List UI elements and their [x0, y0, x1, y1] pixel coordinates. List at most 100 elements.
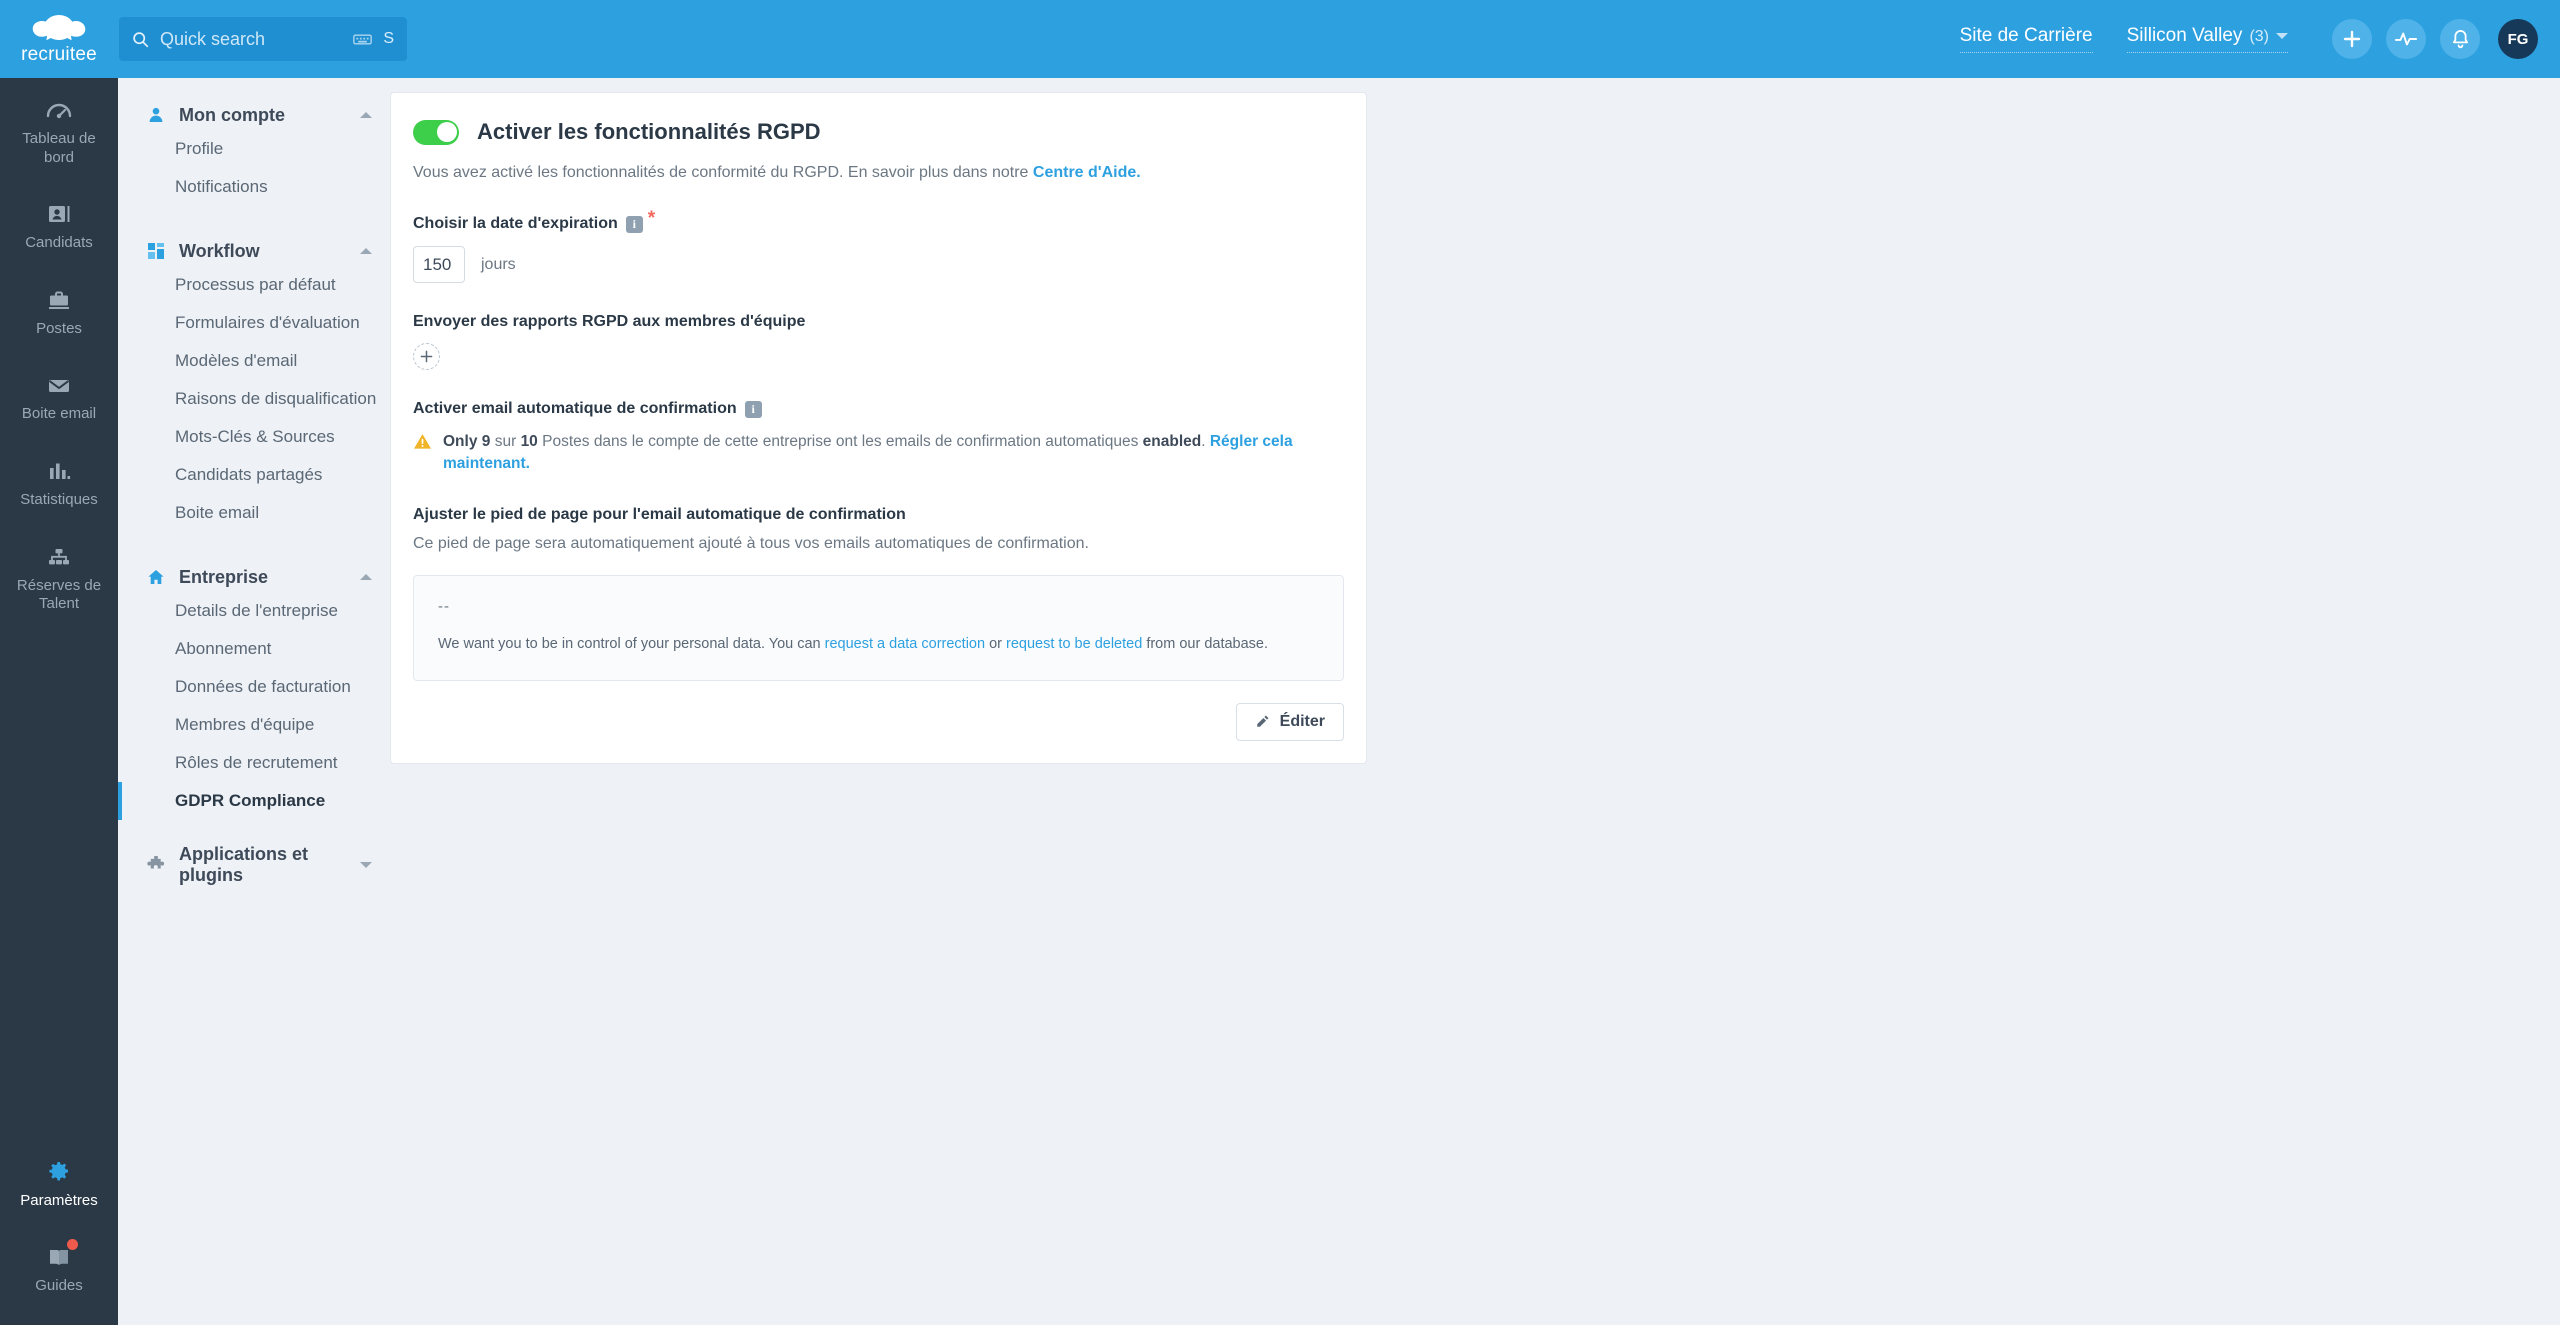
puzzle-piece-icon	[146, 855, 166, 875]
footer-label: Ajuster le pied de page pour l'email aut…	[413, 505, 906, 523]
person-icon	[146, 105, 166, 125]
footer-label-row: Ajuster le pied de page pour l'email aut…	[413, 506, 1344, 524]
company-selector[interactable]: Sillicon Valley (3)	[2126, 25, 2288, 53]
nav-group-title: Mon compte	[179, 104, 285, 125]
autoemail-warning: Only 9 sur 10 Postes dans le compte de c…	[413, 431, 1344, 476]
sidebar-item-mots-cles-sources[interactable]: Mots-Clés & Sources	[118, 418, 398, 456]
request-deletion-link[interactable]: request to be deleted	[1006, 636, 1142, 652]
rail-item-dashboard[interactable]: Tableau de bord	[0, 78, 118, 182]
sidebar-item-boite-email[interactable]: Boite email	[118, 494, 398, 532]
nav-group-entreprise: Entreprise Details de l'entreprise Abonn…	[118, 562, 398, 820]
edit-button[interactable]: Éditer	[1235, 702, 1344, 741]
brand-logo[interactable]: recruitee	[0, 0, 118, 78]
notifications-button[interactable]	[2440, 19, 2480, 59]
help-center-link[interactable]: Centre d'Aide.	[1033, 164, 1141, 181]
rail-item-label: Réserves de Talent	[16, 576, 102, 613]
nav-item-label: Raisons de disqualification	[175, 389, 377, 408]
rail-item-statistiques[interactable]: Statistiques	[0, 439, 118, 525]
sidebar-item-processus-par-defaut[interactable]: Processus par défaut	[118, 266, 398, 304]
sidebar-item-membres-equipe[interactable]: Membres d'équipe	[118, 706, 398, 744]
nav-item-label: Profile	[175, 139, 224, 158]
nav-group-header[interactable]: Workflow	[118, 236, 398, 266]
brand-name: recruitee	[21, 43, 97, 65]
rail-item-postes[interactable]: Postes	[0, 268, 118, 354]
warning-text: Only 9 sur 10 Postes dans le compte de c…	[443, 431, 1344, 476]
nav-item-label: Notifications	[175, 177, 268, 196]
sidebar-item-candidats-partages[interactable]: Candidats partagés	[118, 456, 398, 494]
reports-label: Envoyer des rapports RGPD aux membres d'…	[413, 313, 1344, 331]
sidebar-item-profile[interactable]: Profile	[118, 130, 398, 168]
candidates-person-icon	[46, 199, 72, 225]
nav-item-label: GDPR Compliance	[175, 791, 326, 810]
company-count: (3)	[2249, 28, 2269, 45]
rail-item-label: Paramètres	[20, 1191, 98, 1209]
jobs-briefcase-icon	[46, 285, 72, 311]
warning-period: .	[1201, 433, 1206, 450]
top-bar: recruitee Quick search S Site de Carrièr…	[0, 0, 2560, 78]
nav-group-header[interactable]: Entreprise	[118, 562, 398, 592]
expiration-label-row: Choisir la date d'expiration i *	[413, 209, 1344, 233]
nav-group-header[interactable]: Mon compte	[118, 100, 398, 130]
chevron-up-icon	[360, 248, 372, 254]
activity-button[interactable]	[2386, 19, 2426, 59]
info-icon[interactable]: i	[744, 400, 762, 418]
statistics-bars-icon	[46, 456, 72, 482]
gdpr-enable-toggle[interactable]	[413, 119, 459, 145]
mailbox-envelope-icon	[46, 370, 72, 396]
rail-item-reserves-de-talent[interactable]: Réserves de Talent	[0, 525, 118, 629]
sidebar-item-abonnement[interactable]: Abonnement	[118, 630, 398, 668]
warning-count: Only 9	[443, 433, 491, 450]
recruitee-logo-icon	[32, 14, 86, 40]
warning-triangle-icon	[414, 434, 431, 449]
plus-icon	[2343, 30, 2361, 48]
warning-enabled: enabled	[1142, 433, 1202, 450]
plus-icon	[420, 350, 433, 363]
signature-or: or	[989, 635, 1002, 652]
add-button[interactable]	[2332, 19, 2372, 59]
sidebar-item-gdpr-compliance[interactable]: GDPR Compliance	[118, 782, 398, 820]
add-team-member-button[interactable]	[413, 343, 440, 370]
sidebar-item-details-entreprise[interactable]: Details de l'entreprise	[118, 592, 398, 630]
days-unit-label: jours	[481, 255, 516, 273]
talent-pool-hierarchy-icon	[46, 542, 72, 568]
nav-item-label: Mots-Clés & Sources	[175, 427, 335, 446]
rail-item-candidats[interactable]: Candidats	[0, 182, 118, 268]
primary-nav-rail: Tableau de bord Candidats Postes Boite e…	[0, 0, 118, 1325]
chevron-down-icon	[2276, 33, 2288, 39]
expiration-days-input[interactable]	[413, 246, 465, 283]
avatar[interactable]: FG	[2498, 19, 2538, 59]
nav-group-mon-compte: Mon compte Profile Notifications	[118, 100, 398, 206]
notification-dot	[67, 1239, 78, 1251]
sidebar-item-notifications[interactable]: Notifications	[118, 168, 398, 206]
workflow-grid-icon	[146, 241, 166, 261]
reports-label-text: Envoyer des rapports RGPD aux membres d'…	[413, 313, 806, 330]
info-icon[interactable]: i	[625, 215, 643, 233]
sidebar-item-donnees-facturation[interactable]: Données de facturation	[118, 668, 398, 706]
rail-bottom-group: Paramètres Guides	[0, 1140, 118, 1311]
sidebar-item-modeles-email[interactable]: Modèles d'email	[118, 342, 398, 380]
sidebar-item-formulaires-evaluation[interactable]: Formulaires d'évaluation	[118, 304, 398, 342]
gdpr-description-text: Vous avez activé les fonctionnalités de …	[413, 164, 1029, 181]
search-input[interactable]: Quick search S	[119, 17, 407, 61]
nav-item-label: Boite email	[175, 503, 260, 522]
home-icon	[146, 567, 166, 587]
career-site-link[interactable]: Site de Carrière	[1959, 25, 2093, 53]
signature-preview-box: -- We want you to be in control of your …	[413, 574, 1344, 681]
rail-item-label: Candidats	[25, 234, 93, 252]
rail-item-boite-email[interactable]: Boite email	[0, 353, 118, 439]
sidebar-item-roles-recrutement[interactable]: Rôles de recrutement	[118, 744, 398, 782]
rail-item-label: Guides	[35, 1277, 83, 1295]
chevron-up-icon	[360, 574, 372, 580]
nav-item-label: Données de facturation	[175, 677, 351, 696]
top-bar-actions: Site de Carrière Sillicon Valley (3) FG	[1959, 19, 2560, 59]
nav-item-label: Processus par défaut	[175, 275, 336, 294]
sidebar-item-raisons-disqualification[interactable]: Raisons de disqualification	[118, 380, 398, 418]
nav-item-label: Modèles d'email	[175, 351, 298, 370]
request-data-correction-link[interactable]: request a data correction	[825, 636, 985, 652]
chevron-down-icon	[360, 862, 372, 868]
rail-item-guides[interactable]: Guides	[0, 1225, 118, 1311]
nav-group-header[interactable]: Applications et plugins	[118, 844, 398, 885]
nav-group-applications-et-plugins: Applications et plugins	[118, 844, 398, 885]
nav-item-label: Candidats partagés	[175, 465, 323, 484]
rail-item-parametres[interactable]: Paramètres	[0, 1140, 118, 1226]
